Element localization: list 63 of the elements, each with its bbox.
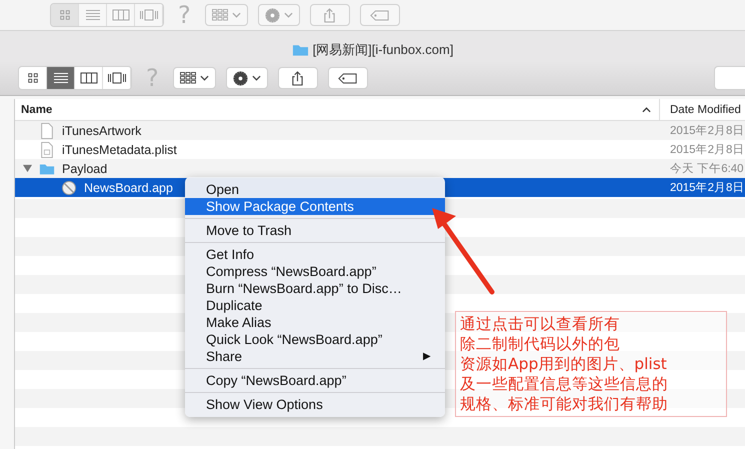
- chevron-icon: [232, 12, 241, 18]
- menu-item[interactable]: Get Info: [185, 246, 445, 263]
- app-icon: [61, 180, 77, 196]
- window-title: [网易新闻][i-funbox.com]: [312, 41, 454, 59]
- gear-icon: [232, 70, 248, 86]
- share-icon: [323, 8, 336, 22]
- arrange-button[interactable]: [172, 67, 216, 89]
- cover-flow-icon: [138, 9, 158, 21]
- file-name: iTunesMetadata.plist: [62, 142, 177, 156]
- arrange-icon: [180, 72, 196, 84]
- tag-icon: [370, 10, 390, 20]
- disclosure-triangle-icon[interactable]: [23, 164, 32, 173]
- gear-icon: [264, 8, 280, 22]
- share-icon: [291, 70, 304, 86]
- file-name: Payload: [62, 162, 108, 176]
- annotation-line: 资源如App用到的图片、plist: [460, 354, 668, 374]
- list-icon: [84, 9, 100, 21]
- annotation-line: 除二制制代码以外的包: [460, 334, 621, 354]
- action-button[interactable]: [226, 67, 268, 89]
- menu-item[interactable]: Quick Look “NewsBoard.app”: [185, 331, 445, 348]
- folder-icon: [292, 43, 309, 57]
- list-view-button[interactable]: [47, 67, 75, 89]
- grid-icon: [26, 72, 38, 84]
- menu-item[interactable]: Compress “NewsBoard.app”: [185, 263, 445, 280]
- menu-item[interactable]: Move to Trash: [185, 222, 445, 239]
- share-button[interactable]: [278, 67, 318, 89]
- grid-icon: [58, 9, 70, 21]
- coverflow-view-button[interactable]: [103, 67, 131, 89]
- cover-flow-icon: [106, 72, 126, 84]
- file-row[interactable]: Payload 今天 下午6:40: [15, 159, 745, 178]
- annotation-line: 规格、标准可能对我们有帮助: [460, 394, 669, 414]
- tag-icon: [338, 72, 358, 84]
- columns-icon: [80, 72, 98, 84]
- chevron-icon: [252, 75, 261, 81]
- icons-view-button[interactable]: [19, 67, 47, 89]
- date-modified: 今天 下午6:40: [669, 162, 744, 176]
- tag-button[interactable]: [328, 67, 368, 89]
- menu-item[interactable]: Open: [185, 181, 445, 198]
- file-name: NewsBoard.app: [84, 180, 173, 194]
- list-icon: [52, 72, 68, 84]
- document-icon: [39, 142, 55, 158]
- menu-item[interactable]: Duplicate: [185, 297, 445, 314]
- chevron-icon: [284, 12, 293, 18]
- date-modified: 2015年2月8日: [669, 142, 744, 157]
- date-modified: 2015年2月8日: [669, 124, 744, 138]
- date-column-header[interactable]: Date Modified: [660, 99, 741, 120]
- search-field[interactable]: [714, 66, 745, 90]
- name-column-header[interactable]: Name: [15, 99, 660, 120]
- menu-item[interactable]: Share ▶: [185, 348, 445, 365]
- menu-item[interactable]: Show Package Contents: [185, 198, 445, 215]
- annotation-line: 及一些配置信息等这些信息的: [460, 374, 669, 394]
- file-row[interactable]: iTunesArtwork 2015年2月8日: [15, 121, 745, 140]
- menu-item[interactable]: Copy “NewsBoard.app”: [185, 372, 445, 389]
- menu-item[interactable]: Show View Options: [185, 396, 445, 413]
- annotation-line: 通过点击可以查看所有: [460, 314, 621, 334]
- file-name: iTunesArtwork: [62, 124, 142, 138]
- date-modified: 2015年2月8日: [669, 180, 744, 195]
- menu-item[interactable]: Burn “NewsBoard.app” to Disc…: [185, 280, 445, 297]
- arrange-icon: [212, 9, 228, 21]
- menu-item[interactable]: Make Alias: [185, 314, 445, 331]
- chevron-icon: [200, 75, 209, 81]
- columns-icon: [112, 9, 130, 21]
- columns-view-button[interactable]: [75, 67, 103, 89]
